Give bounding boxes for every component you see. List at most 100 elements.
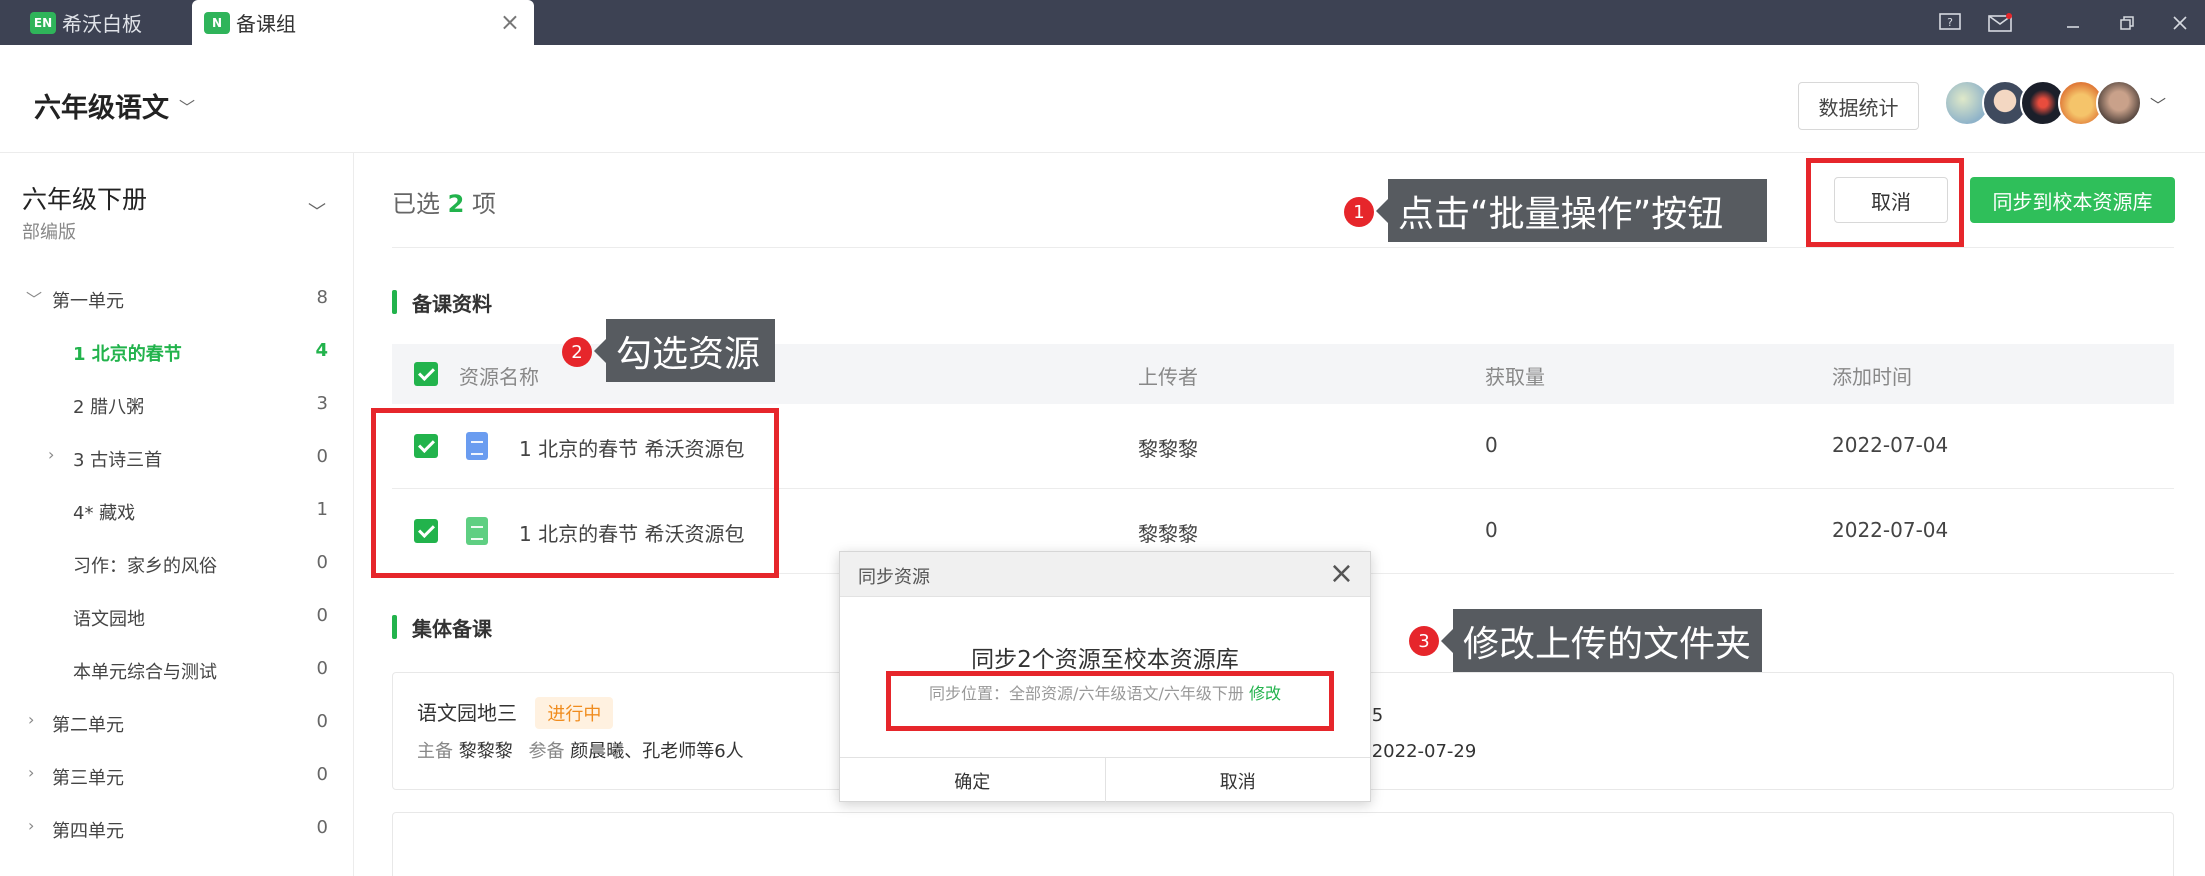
step-1-marker: 1	[1344, 197, 1374, 227]
lead-label: 主备	[417, 741, 453, 762]
selection-suffix: 项	[471, 190, 496, 218]
divider	[392, 247, 2174, 248]
selection-count: 2	[447, 190, 465, 218]
sidebar-item-unit-4[interactable]: › 第四单元 0	[0, 808, 340, 852]
dialog-title-text: 同步资源	[858, 567, 930, 588]
download-count: 0	[1485, 433, 1498, 457]
close-tab-icon[interactable]: ×	[500, 10, 520, 34]
sidebar-item-count: 0	[316, 764, 328, 785]
sidebar-item-count: 8	[316, 287, 328, 308]
sidebar-item-label: 第四单元	[52, 821, 124, 842]
chevron-down-icon: ﹀	[179, 97, 196, 117]
sidebar-item-label: 3 古诗三首	[73, 450, 163, 471]
member-avatars[interactable]	[1944, 80, 2142, 128]
sidebar-item-label: 语文园地	[73, 609, 145, 630]
sidebar-item-count: 0	[316, 817, 328, 838]
sidebar-item-label: 第二单元	[52, 715, 124, 736]
sidebar-item-label: 本单元综合与测试	[73, 662, 217, 683]
sidebar-item-label: 习作：家乡的风俗	[73, 556, 217, 577]
mail-icon[interactable]	[1985, 8, 2015, 38]
sidebar-item-label: 1 北京的春节	[73, 344, 182, 365]
sidebar-item-count: 0	[316, 552, 328, 573]
sidebar-item-unit-3[interactable]: › 第三单元 0	[0, 755, 340, 799]
chevron-right-icon: ›	[28, 763, 35, 782]
added-date: 2022-07-04	[1832, 433, 1949, 457]
sidebar-item-label: 4* 藏戏	[73, 503, 136, 524]
book-title[interactable]: 六年级下册	[22, 180, 147, 216]
column-header-name: 资源名称	[459, 365, 539, 389]
step-1-callout: 点击“批量操作”按钮	[1376, 179, 1767, 242]
avatar	[2096, 80, 2142, 126]
dialog-footer: 确定 取消	[840, 757, 1370, 803]
sidebar-item-unit-test[interactable]: 本单元综合与测试 0	[0, 649, 340, 693]
sidebar-item-count: 4	[315, 340, 328, 361]
tab-label: 备课组	[236, 12, 296, 36]
selection-prefix: 已选	[392, 190, 440, 218]
tab-whiteboard[interactable]: EN 希沃白板	[0, 0, 191, 45]
sidebar-item-lesson-4[interactable]: 4* 藏戏 1	[0, 490, 340, 534]
sidebar-item-composition[interactable]: 习作：家乡的风俗 0	[0, 543, 340, 587]
close-icon[interactable]: ×	[1329, 556, 1354, 591]
sidebar-item-count: 0	[316, 446, 328, 467]
uploader: 黎黎黎	[1138, 522, 1198, 546]
easinote-logo-icon: EN	[30, 11, 56, 34]
sync-to-library-button[interactable]: 同步到校本资源库	[1970, 177, 2175, 223]
page-title: 六年级语文	[34, 93, 169, 124]
step-3-callout: 修改上传的文件夹	[1441, 609, 1762, 672]
status-badge: 进行中	[535, 697, 614, 729]
sidebar-item-unit-1[interactable]: ﹀ 第一单元 8	[0, 278, 340, 322]
sidebar-item-garden[interactable]: 语文园地 0	[0, 596, 340, 640]
step-2-marker: 2	[562, 337, 592, 367]
chevron-down-icon[interactable]: ﹀	[308, 198, 326, 224]
added-date: 2022-07-04	[1832, 518, 1949, 542]
tab-label: 希沃白板	[62, 12, 142, 36]
uploader: 黎黎黎	[1138, 437, 1198, 461]
confirm-button[interactable]: 确定	[840, 758, 1105, 803]
sidebar-item-unit-2[interactable]: › 第二单元 0	[0, 702, 340, 746]
sidebar-item-lesson-3[interactable]: › 3 古诗三首 0	[0, 437, 340, 481]
dialog-cancel-button[interactable]: 取消	[1104, 758, 1371, 803]
selection-summary: 已选 2 项	[392, 184, 496, 219]
step-3-marker: 3	[1409, 626, 1439, 656]
svg-text:?: ?	[1947, 16, 1953, 29]
minimize-icon[interactable]	[2058, 8, 2088, 38]
lead-teacher: 黎黎黎	[458, 741, 513, 762]
lesson-name: 语文园地三	[417, 701, 517, 725]
participants: 颜晨曦、孔老师等6人	[570, 741, 744, 762]
collab-section-title: 集体备课	[392, 613, 492, 642]
column-header-uploader: 上传者	[1138, 365, 1198, 389]
highlight-sync-location	[886, 671, 1334, 731]
select-all-checkbox[interactable]	[414, 362, 438, 386]
chevron-down-icon[interactable]: ﹀	[2150, 92, 2166, 116]
sidebar-item-count: 1	[316, 499, 328, 520]
chevron-right-icon: ›	[48, 445, 55, 464]
download-count: 0	[1485, 518, 1498, 542]
sidebar-item-count: 0	[316, 605, 328, 626]
sidebar-item-lesson-2[interactable]: 2 腊八粥 3	[0, 384, 340, 428]
dialog-title: 同步资源	[840, 552, 1370, 597]
chevron-down-icon: ﹀	[26, 290, 43, 309]
step-2-callout: 勾选资源	[594, 319, 775, 382]
sidebar-item-lesson-1[interactable]: 1 北京的春节 4	[0, 331, 340, 375]
sidebar-item-count: 0	[316, 711, 328, 732]
sidebar-item-label: 第一单元	[52, 291, 124, 312]
tab-lesson-group[interactable]: N 备课组 ×	[192, 0, 534, 45]
participants-label: 参备	[528, 741, 565, 762]
sidebar-item-count: 0	[316, 658, 328, 679]
close-window-icon[interactable]	[2165, 8, 2195, 38]
sidebar-item-label: 第三单元	[52, 768, 124, 789]
restore-icon[interactable]	[2112, 8, 2142, 38]
column-header-downloads: 获取量	[1485, 365, 1545, 389]
chevron-right-icon: ›	[28, 710, 35, 729]
dialog-message: 同步2个资源至校本资源库	[971, 647, 1239, 673]
collab-lesson-card[interactable]	[392, 812, 2174, 876]
sidebar-item-count: 3	[316, 393, 328, 414]
course-selector[interactable]: 六年级语文 ﹀	[34, 86, 195, 125]
help-icon[interactable]: ?	[1935, 8, 1965, 38]
data-stats-button[interactable]: 数据统计	[1798, 82, 1919, 130]
highlight-selected-rows	[371, 408, 779, 578]
column-header-date: 添加时间	[1832, 365, 1912, 389]
book-edition: 部编版	[22, 222, 76, 243]
lesson-group-logo-icon: N	[204, 11, 230, 34]
highlight-cancel-button	[1806, 158, 1964, 247]
